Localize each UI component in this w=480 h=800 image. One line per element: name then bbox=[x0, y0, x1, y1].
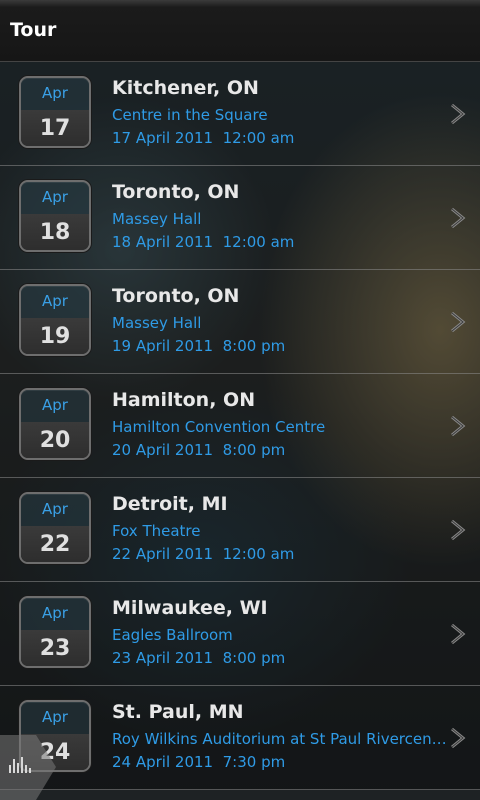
calendar-day: 19 bbox=[21, 318, 89, 354]
calendar-month: Apr bbox=[21, 494, 89, 526]
tour-row[interactable]: Apr 23 Milwaukee, WI Eagles Ballroom 23 … bbox=[0, 582, 480, 686]
event-datetime: 17 April 2011 12:00 am bbox=[112, 129, 295, 147]
calendar-day: 23 bbox=[21, 630, 89, 666]
calendar-day: 20 bbox=[21, 422, 89, 458]
tour-row[interactable]: Apr 24 St. Paul, MN Roy Wilkins Auditori… bbox=[0, 686, 480, 790]
calendar-day: 18 bbox=[21, 214, 89, 250]
event-city: Detroit, MI bbox=[112, 493, 228, 515]
event-datetime: 20 April 2011 8:00 pm bbox=[112, 441, 286, 459]
calendar-badge: Apr 19 bbox=[19, 284, 91, 356]
event-venue: Eagles Ballroom bbox=[112, 626, 233, 644]
calendar-month: Apr bbox=[21, 286, 89, 318]
title-bar: Tour bbox=[0, 0, 480, 62]
event-datetime: 23 April 2011 8:00 pm bbox=[112, 649, 286, 667]
calendar-badge: Apr 22 bbox=[19, 492, 91, 564]
calendar-day: 22 bbox=[21, 526, 89, 562]
chevron-right-icon[interactable] bbox=[448, 206, 468, 230]
tour-row[interactable]: Apr 22 Detroit, MI Fox Theatre 22 April … bbox=[0, 478, 480, 582]
chevron-right-icon[interactable] bbox=[448, 518, 468, 542]
event-datetime: 19 April 2011 8:00 pm bbox=[112, 337, 286, 355]
event-venue: Fox Theatre bbox=[112, 522, 201, 540]
tour-row[interactable]: Apr 20 Hamilton, ON Hamilton Convention … bbox=[0, 374, 480, 478]
calendar-badge: Apr 17 bbox=[19, 76, 91, 148]
calendar-badge: Apr 18 bbox=[19, 180, 91, 252]
event-datetime: 18 April 2011 12:00 am bbox=[112, 233, 295, 251]
chevron-right-icon[interactable] bbox=[448, 310, 468, 334]
page-title: Tour bbox=[10, 19, 57, 41]
event-city: Milwaukee, WI bbox=[112, 597, 268, 619]
event-city: Hamilton, ON bbox=[112, 389, 256, 411]
tour-list[interactable]: Apr 17 Kitchener, ON Centre in the Squar… bbox=[0, 62, 480, 790]
tour-row[interactable]: Apr 19 Toronto, ON Massey Hall 19 April … bbox=[0, 270, 480, 374]
calendar-badge: Apr 23 bbox=[19, 596, 91, 668]
calendar-month: Apr bbox=[21, 598, 89, 630]
calendar-month: Apr bbox=[21, 702, 89, 734]
event-datetime: 22 April 2011 12:00 am bbox=[112, 545, 295, 563]
event-city: Toronto, ON bbox=[112, 181, 240, 203]
event-venue: Roy Wilkins Auditorium at St Paul Riverc… bbox=[112, 730, 448, 748]
event-venue: Massey Hall bbox=[112, 314, 202, 332]
calendar-month: Apr bbox=[21, 182, 89, 214]
event-venue: Hamilton Convention Centre bbox=[112, 418, 326, 436]
event-venue: Massey Hall bbox=[112, 210, 202, 228]
calendar-month: Apr bbox=[21, 78, 89, 110]
event-venue: Centre in the Square bbox=[112, 106, 268, 124]
calendar-month: Apr bbox=[21, 390, 89, 422]
chevron-right-icon[interactable] bbox=[448, 726, 468, 750]
event-city: Kitchener, ON bbox=[112, 77, 259, 99]
equalizer-icon[interactable] bbox=[0, 735, 56, 800]
tour-row[interactable]: Apr 18 Toronto, ON Massey Hall 18 April … bbox=[0, 166, 480, 270]
chevron-right-icon[interactable] bbox=[448, 622, 468, 646]
chevron-right-icon[interactable] bbox=[448, 102, 468, 126]
calendar-day: 17 bbox=[21, 110, 89, 146]
event-datetime: 24 April 2011 7:30 pm bbox=[112, 753, 286, 771]
chevron-right-icon[interactable] bbox=[448, 414, 468, 438]
calendar-badge: Apr 20 bbox=[19, 388, 91, 460]
tour-row[interactable]: Apr 17 Kitchener, ON Centre in the Squar… bbox=[0, 62, 480, 166]
event-city: St. Paul, MN bbox=[112, 701, 244, 723]
event-city: Toronto, ON bbox=[112, 285, 240, 307]
